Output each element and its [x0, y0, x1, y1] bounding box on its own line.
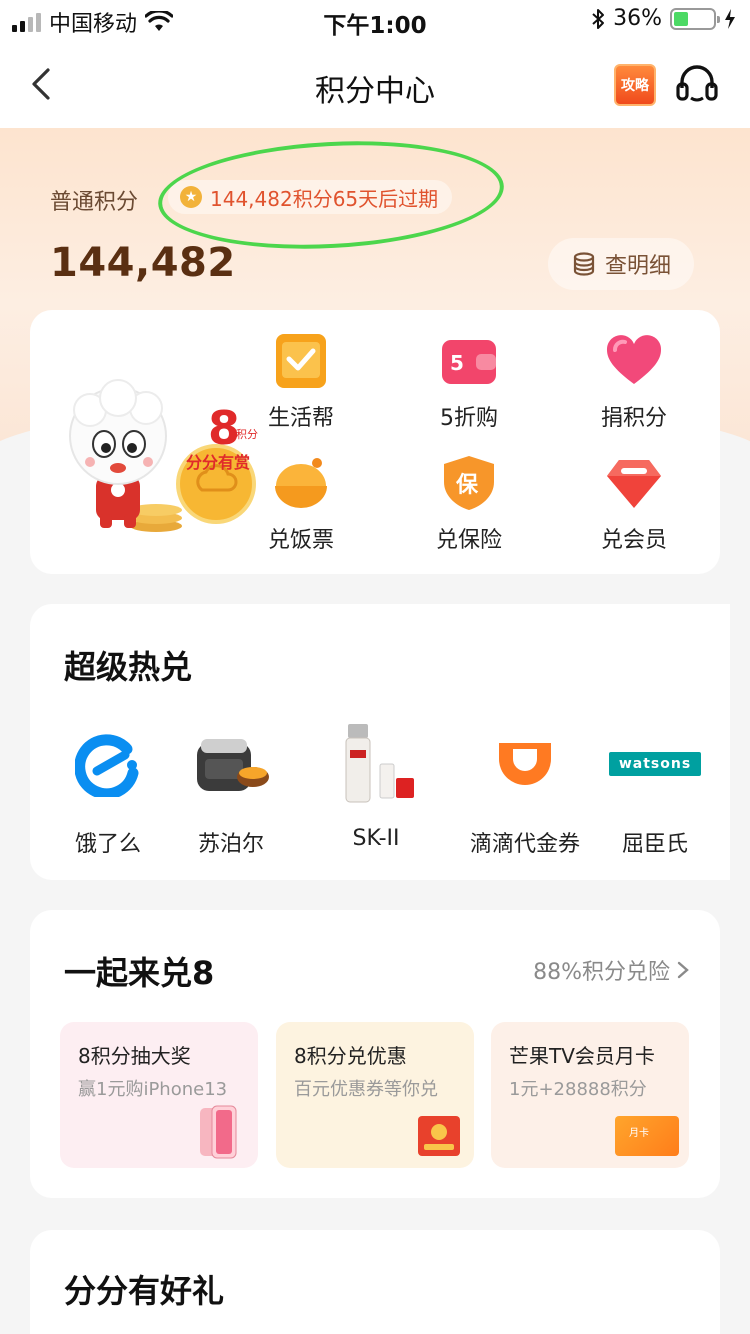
expire-notice[interactable]: ★ 144,482积分65天后过期 [168, 180, 453, 214]
insurance-shield-icon: 保 [440, 454, 498, 512]
bluetooth-icon [592, 8, 605, 29]
insurance-link[interactable]: 88%积分兑险 [533, 954, 690, 986]
service-membership[interactable]: 兑会员 [574, 454, 694, 554]
checkmark-tablet-icon [272, 332, 330, 390]
brand-label: 饿了么 [74, 832, 141, 857]
service-label: 捐积分 [600, 406, 667, 431]
brand-eleme[interactable]: 饿了么 [38, 714, 178, 858]
battery-icon [670, 7, 720, 30]
coins-stack-icon [573, 252, 595, 276]
service-label: 兑保险 [435, 528, 502, 553]
tile-subtitle: 百元优惠券等你兑 [294, 1079, 438, 1100]
didi-logo-icon [455, 714, 595, 814]
brand-supor[interactable]: 苏泊尔 [161, 714, 301, 858]
member-card-text: 月卡 [629, 1128, 649, 1139]
eleme-logo-icon [38, 714, 178, 814]
service-label: 兑饭票 [267, 528, 334, 553]
services-card: 8 积分 分分有赏 生活帮 5 5折购 捐积分 兑饭票 保 兑保险 兑会员 [30, 310, 720, 574]
tile-coupon[interactable]: 8积分兑优惠 百元优惠券等你兑 [276, 1022, 474, 1168]
service-label: 5折购 [440, 406, 498, 431]
brand-label: SK-II [352, 826, 400, 851]
tile-subtitle: 赢1元购iPhone13 [78, 1079, 228, 1100]
service-life-help[interactable]: 生活帮 [241, 332, 361, 432]
section-title: 超级热兑 [64, 648, 193, 686]
battery-percent: 36% [613, 6, 662, 31]
view-details-label: 查明细 [604, 254, 671, 279]
watsons-logo-icon: watsons [600, 714, 710, 814]
service-meal-ticket[interactable]: 兑饭票 [241, 454, 361, 554]
service-donate-points[interactable]: 捐积分 [574, 332, 694, 432]
service-half-price[interactable]: 5 5折购 [409, 332, 529, 432]
tile-mango-tv[interactable]: 芒果TV会员月卡 1元+28888积分 月卡 [491, 1022, 689, 1168]
customer-service-icon[interactable] [674, 62, 720, 108]
tile-title: 8积分兑优惠 [294, 1044, 407, 1068]
section-title: 分分有好礼 [64, 1272, 225, 1310]
service-insurance[interactable]: 保 兑保险 [409, 454, 529, 554]
rice-bowl-icon [272, 454, 330, 512]
super-hot-card: 超级热兑 饿了么 苏泊尔 SK-II 滴滴代金券 watsons 屈臣氏 [30, 604, 730, 880]
brand-label: 屈臣氏 [621, 832, 688, 857]
service-label: 生活帮 [267, 406, 334, 431]
expire-notice-text: 144,482积分65天后过期 [210, 186, 439, 211]
insurance-char: 保 [455, 473, 479, 498]
exchange8-card: 一起来兑8 88%积分兑险 8积分抽大奖 赢1元购iPhone13 8积分兑优惠… [30, 910, 720, 1198]
nav-bar: 积分中心 攻略 [0, 42, 750, 128]
tile-subtitle: 1元+28888积分 [509, 1079, 647, 1100]
points-value: 144,482 [50, 240, 236, 286]
discount-wallet-icon: 5 [440, 332, 498, 390]
strategy-button[interactable]: 攻略 [614, 64, 656, 106]
phone-image [200, 1105, 237, 1159]
tile-lottery[interactable]: 8积分抽大奖 赢1元购iPhone13 [60, 1022, 258, 1168]
skincare-bottle-icon [306, 714, 446, 814]
rice-cooker-icon [161, 714, 301, 814]
heart-icon [605, 332, 663, 390]
member-diamond-icon [605, 454, 663, 512]
brand-label: 苏泊尔 [197, 832, 264, 857]
service-label: 兑会员 [600, 528, 667, 553]
watsons-logo-text: watsons [608, 752, 702, 776]
mascot-illustration: 8 积分 分分有赏 [69, 379, 258, 532]
tile-title: 8积分抽大奖 [78, 1044, 191, 1068]
section-title: 一起来兑8 [64, 954, 215, 992]
charging-icon [725, 8, 735, 29]
tile-title: 芒果TV会员月卡 [509, 1044, 655, 1068]
brand-watsons[interactable]: watsons 屈臣氏 [600, 714, 710, 858]
star-icon: ★ [180, 186, 202, 208]
chevron-right-icon [677, 961, 689, 979]
gifts-card: 分分有好礼 [30, 1230, 720, 1334]
discount-number: 5 [450, 351, 464, 375]
member-card-image: 月卡 [615, 1116, 679, 1156]
view-details-button[interactable]: 查明细 [548, 238, 694, 290]
brand-didi[interactable]: 滴滴代金券 [455, 714, 595, 858]
coupon-image [418, 1116, 460, 1156]
points-label: 普通积分 [50, 190, 139, 215]
brand-sk2[interactable]: SK-II [306, 714, 446, 851]
status-bar: 中国移动 下午1:00 36% [0, 0, 750, 42]
insurance-link-label: 88%积分兑险 [533, 960, 670, 985]
brand-label: 滴滴代金券 [469, 832, 580, 857]
